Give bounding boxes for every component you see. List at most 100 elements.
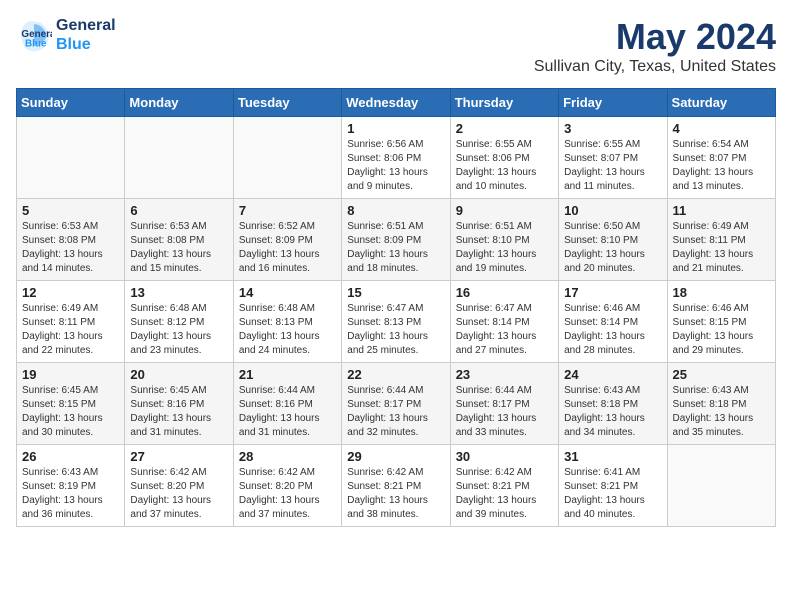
day-info: Sunrise: 6:49 AMSunset: 8:11 PMDaylight:… [22,302,119,358]
day-info: Sunrise: 6:47 AMSunset: 8:14 PMDaylight:… [456,302,553,358]
day-number: 16 [456,285,553,300]
day-number: 24 [564,367,661,382]
day-number: 10 [564,203,661,218]
calendar-week-5: 26Sunrise: 6:43 AMSunset: 8:19 PMDayligh… [17,445,776,527]
calendar-cell: 17Sunrise: 6:46 AMSunset: 8:14 PMDayligh… [559,281,667,363]
logo-icon: General Blue [16,17,52,53]
day-info: Sunrise: 6:43 AMSunset: 8:18 PMDaylight:… [673,384,770,440]
day-number: 29 [347,449,444,464]
month-title: May 2024 [534,16,776,58]
calendar-cell: 16 Sunrise: 6:47 AMSunset: 8:14 PMDayligh… [450,281,558,363]
logo-text-general: General [56,16,116,35]
calendar-table: SundayMondayTuesdayWednesdayThursdayFrid… [16,88,776,527]
calendar-cell: 4 Sunrise: 6:54 AMSunset: 8:07 PMDaylight… [667,117,775,199]
title-area: May 2024 Sullivan City, Texas, United St… [534,16,776,76]
day-info: Sunrise: 6:42 AMSunset: 8:21 PMDaylight:… [347,466,444,522]
day-info: Sunrise: 6:44 AMSunset: 8:16 PMDaylight:… [239,384,336,440]
day-number: 27 [130,449,227,464]
day-number: 31 [564,449,661,464]
day-info: Sunrise: 6:56 AMSunset: 8:06 PMDaylight:… [347,138,444,194]
day-number: 1 [347,121,444,136]
header-wednesday: Wednesday [342,89,450,117]
day-number: 28 [239,449,336,464]
calendar-week-2: 5 Sunrise: 6:53 AMSunset: 8:08 PMDaylight… [17,199,776,281]
calendar-cell: 31 Sunrise: 6:41 AMSunset: 8:21 PMDayligh… [559,445,667,527]
calendar-cell: 20 Sunrise: 6:45 AMSunset: 8:16 PMDayligh… [125,363,233,445]
calendar-cell [17,117,125,199]
day-info: Sunrise: 6:46 AMSunset: 8:15 PMDaylight:… [673,302,770,358]
day-number: 8 [347,203,444,218]
day-info: Sunrise: 6:49 AMSunset: 8:11 PMDaylight:… [673,220,770,276]
calendar-cell: 18 Sunrise: 6:46 AMSunset: 8:15 PMDayligh… [667,281,775,363]
day-number: 22 [347,367,444,382]
calendar-cell: 11 Sunrise: 6:49 AMSunset: 8:11 PMDayligh… [667,199,775,281]
calendar-week-4: 19 Sunrise: 6:45 AMSunset: 8:15 PMDayligh… [17,363,776,445]
day-info: Sunrise: 6:53 AMSunset: 8:08 PMDaylight:… [22,220,119,276]
day-info: Sunrise: 6:43 AMSunset: 8:18 PMDaylight:… [564,384,661,440]
calendar-cell: 5 Sunrise: 6:53 AMSunset: 8:08 PMDaylight… [17,199,125,281]
calendar-cell [125,117,233,199]
day-number: 14 [239,285,336,300]
day-number: 18 [673,285,770,300]
day-info: Sunrise: 6:48 AMSunset: 8:13 PMDaylight:… [239,302,336,358]
day-info: Sunrise: 6:45 AMSunset: 8:16 PMDaylight:… [130,384,227,440]
header-thursday: Thursday [450,89,558,117]
calendar-cell [667,445,775,527]
day-number: 9 [456,203,553,218]
day-info: Sunrise: 6:47 AMSunset: 8:13 PMDaylight:… [347,302,444,358]
calendar-header-row: SundayMondayTuesdayWednesdayThursdayFrid… [17,89,776,117]
calendar-week-3: 12 Sunrise: 6:49 AMSunset: 8:11 PMDayligh… [17,281,776,363]
day-info: Sunrise: 6:52 AMSunset: 8:09 PMDaylight:… [239,220,336,276]
day-number: 30 [456,449,553,464]
day-info: Sunrise: 6:41 AMSunset: 8:21 PMDaylight:… [564,466,661,522]
header-friday: Friday [559,89,667,117]
header-saturday: Saturday [667,89,775,117]
day-info: Sunrise: 6:42 AMSunset: 8:20 PMDaylight:… [130,466,227,522]
day-number: 5 [22,203,119,218]
calendar-week-1: 1 Sunrise: 6:56 AMSunset: 8:06 PMDaylight… [17,117,776,199]
calendar-cell: 13Sunrise: 6:48 AMSunset: 8:12 PMDayligh… [125,281,233,363]
day-info: Sunrise: 6:43 AMSunset: 8:19 PMDaylight:… [22,466,119,522]
day-number: 21 [239,367,336,382]
day-info: Sunrise: 6:42 AMSunset: 8:21 PMDaylight:… [456,466,553,522]
day-number: 6 [130,203,227,218]
day-info: Sunrise: 6:44 AMSunset: 8:17 PMDaylight:… [347,384,444,440]
day-info: Sunrise: 6:45 AMSunset: 8:15 PMDaylight:… [22,384,119,440]
day-info: Sunrise: 6:53 AMSunset: 8:08 PMDaylight:… [130,220,227,276]
calendar-cell: 19 Sunrise: 6:45 AMSunset: 8:15 PMDayligh… [17,363,125,445]
day-info: Sunrise: 6:51 AMSunset: 8:09 PMDaylight:… [347,220,444,276]
calendar-cell: 1 Sunrise: 6:56 AMSunset: 8:06 PMDaylight… [342,117,450,199]
day-number: 12 [22,285,119,300]
day-number: 4 [673,121,770,136]
calendar-cell: 8 Sunrise: 6:51 AMSunset: 8:09 PMDaylight… [342,199,450,281]
day-info: Sunrise: 6:44 AMSunset: 8:17 PMDaylight:… [456,384,553,440]
day-number: 17 [564,285,661,300]
calendar-cell: 14 Sunrise: 6:48 AMSunset: 8:13 PMDayligh… [233,281,341,363]
header-tuesday: Tuesday [233,89,341,117]
day-number: 15 [347,285,444,300]
header-sunday: Sunday [17,89,125,117]
calendar-cell: 6 Sunrise: 6:53 AMSunset: 8:08 PMDaylight… [125,199,233,281]
calendar-cell: 12 Sunrise: 6:49 AMSunset: 8:11 PMDayligh… [17,281,125,363]
calendar-cell: 2Sunrise: 6:55 AMSunset: 8:06 PMDaylight… [450,117,558,199]
logo: General Blue General Blue [16,16,116,54]
calendar-cell: 10Sunrise: 6:50 AMSunset: 8:10 PMDayligh… [559,199,667,281]
calendar-cell: 15 Sunrise: 6:47 AMSunset: 8:13 PMDayligh… [342,281,450,363]
day-info: Sunrise: 6:55 AMSunset: 8:07 PMDaylight:… [564,138,661,194]
calendar-cell [233,117,341,199]
header-monday: Monday [125,89,233,117]
page-header: General Blue General Blue May 2024 Sulli… [16,16,776,76]
day-info: Sunrise: 6:54 AMSunset: 8:07 PMDaylight:… [673,138,770,194]
calendar-cell: 28 Sunrise: 6:42 AMSunset: 8:20 PMDayligh… [233,445,341,527]
day-info: Sunrise: 6:42 AMSunset: 8:20 PMDaylight:… [239,466,336,522]
day-number: 19 [22,367,119,382]
day-number: 11 [673,203,770,218]
svg-text:Blue: Blue [25,39,47,50]
calendar-cell: 22 Sunrise: 6:44 AMSunset: 8:17 PMDayligh… [342,363,450,445]
calendar-cell: 25Sunrise: 6:43 AMSunset: 8:18 PMDayligh… [667,363,775,445]
day-number: 20 [130,367,227,382]
logo-text-blue: Blue [56,35,116,54]
day-info: Sunrise: 6:48 AMSunset: 8:12 PMDaylight:… [130,302,227,358]
day-number: 3 [564,121,661,136]
calendar-cell: 29 Sunrise: 6:42 AMSunset: 8:21 PMDayligh… [342,445,450,527]
